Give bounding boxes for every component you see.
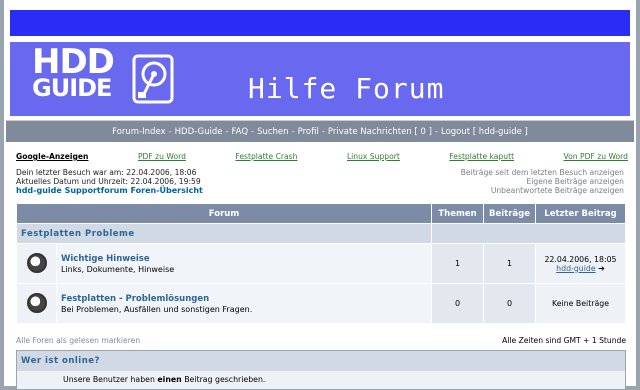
logo-line1: HDD (32, 42, 115, 82)
last-post-author: hdd-guide ➔ (536, 264, 625, 273)
nav-hdd-guide[interactable]: HDD-Guide (175, 127, 223, 137)
new-posts-link[interactable]: Beiträge seit dem letzten Besuch anzeige… (461, 168, 624, 177)
forum-icon-cell (16, 283, 57, 324)
who-is-online-box: Wer ist online? Unsere Benutzer haben ei… (16, 350, 626, 390)
online-text-bold: einen (157, 375, 182, 384)
forum-list-table: Forum Themen Beiträge Letzter Beitrag Fe… (16, 203, 626, 324)
last-post-date: 22.04.2006, 18:05 (544, 254, 617, 264)
category-name[interactable]: Festplatten Probleme (16, 223, 432, 244)
hard-disk-icon (132, 54, 174, 104)
forum-last-post: Keine Beiträge (535, 283, 626, 324)
own-posts-link[interactable]: Eigene Beiträge anzeigen (461, 177, 625, 186)
forum-description: Links, Dokumente, Hinweise (61, 264, 175, 274)
forum-description: Bei Problemen, Ausfällen und sonstigen F… (61, 304, 253, 314)
header-forum: Forum (16, 203, 432, 224)
hdd-guide-logo[interactable]: HDD GUIDE (32, 42, 182, 110)
nav-separator: - (434, 126, 438, 137)
forum-info-cell: Festplatten - Problemlösungen Bei Proble… (56, 283, 432, 324)
forum-banner: HDD GUIDE Hilfe Forum (10, 42, 630, 116)
ad-link[interactable]: Festplatte kaputt (449, 152, 514, 166)
goto-last-post-icon[interactable]: ➔ (598, 264, 605, 273)
category-filler (431, 223, 626, 244)
forum-row: Festplatten - Problemlösungen Bei Proble… (16, 283, 626, 324)
ad-link[interactable]: PDF zu Word (138, 152, 186, 166)
ad-link[interactable]: Linux Support (347, 152, 400, 166)
forum-icon-cell (16, 243, 57, 284)
forum-posts-count: 0 (483, 283, 536, 324)
timezone-text: Alle Zeiten sind GMT + 1 Stunde (502, 336, 626, 345)
forum-topics-count: 1 (431, 243, 484, 284)
forum-name-link[interactable]: Wichtige Hinweise (61, 254, 431, 264)
header-posts: Beiträge (483, 203, 536, 224)
forum-info-cell: Wichtige Hinweise Links, Dokumente, Hinw… (56, 243, 432, 284)
forum-folder-icon (26, 292, 47, 313)
nav-profile[interactable]: Profil (298, 127, 319, 137)
logo-text: HDD GUIDE (32, 42, 115, 102)
nav-separator: - (321, 126, 325, 137)
nav-separator: - (291, 126, 295, 137)
nav-private-messages[interactable]: Private Nachrichten [ 0 ] (328, 127, 432, 137)
table-footer: Alle Foren als gelesen markieren Alle Ze… (16, 336, 626, 345)
visit-info: Dein letzter Besuch war am: 22.04.2006, … (16, 168, 203, 195)
table-header-row: Forum Themen Beiträge Letzter Beitrag (16, 203, 626, 224)
ad-link[interactable]: Von PDF zu Word (564, 152, 628, 166)
forum-row: Wichtige Hinweise Links, Dokumente, Hinw… (16, 243, 626, 284)
forum-folder-icon (26, 252, 47, 273)
main-navigation: Forum-Index - HDD-Guide - FAQ - Suchen -… (6, 120, 634, 142)
online-stats: Unsere Benutzer haben einen Beitrag gesc… (17, 371, 625, 389)
mark-all-read-link[interactable]: Alle Foren als gelesen markieren (16, 336, 140, 345)
online-text-before: Unsere Benutzer haben (63, 375, 158, 384)
forum-name-link[interactable]: Festplatten - Problemlösungen (61, 294, 431, 304)
ad-link[interactable]: Festplatte Crash (235, 152, 297, 166)
forum-topics-count: 0 (431, 283, 484, 324)
google-ads-bar: Google-Anzeigen PDF zu Word Festplatte C… (16, 152, 628, 166)
forum-index-link[interactable]: hdd-guide Supportforum Foren-Übersicht (16, 186, 203, 195)
nav-faq[interactable]: FAQ (232, 127, 248, 137)
search-links: Beiträge seit dem letzten Besuch anzeige… (461, 168, 624, 195)
header-last-post: Letzter Beitrag (535, 203, 626, 224)
banner-title: Hilfe Forum (248, 72, 445, 105)
top-bar (10, 10, 630, 36)
category-row: Festplatten Probleme (16, 223, 626, 244)
logo-line2: GUIDE (32, 74, 112, 102)
nav-separator: - (251, 126, 255, 137)
current-time-text: Aktuelles Datum und Uhrzeit: 22.04.2006,… (16, 177, 201, 186)
online-text-after: Beitrag geschrieben. (181, 375, 266, 384)
header-topics: Themen (431, 203, 484, 224)
ads-title[interactable]: Google-Anzeigen (16, 152, 88, 166)
who-is-online-title[interactable]: Wer ist online? (17, 351, 625, 371)
unanswered-posts-link[interactable]: Unbeantwortete Beiträge anzeigen (461, 186, 624, 195)
last-visit-text: Dein letzter Besuch war am: 22.04.2006, … (16, 168, 197, 177)
nav-logout[interactable]: Logout [ hdd-guide ] (441, 127, 528, 137)
nav-separator: - (225, 126, 229, 137)
nav-search[interactable]: Suchen (257, 127, 288, 137)
nav-forum-index[interactable]: Forum-Index (112, 127, 165, 137)
nav-separator: - (168, 126, 172, 137)
forum-posts-count: 1 (483, 243, 536, 284)
last-post-user-link[interactable]: hdd-guide (556, 264, 595, 273)
forum-last-post: 22.04.2006, 18:05 hdd-guide ➔ (535, 243, 626, 284)
